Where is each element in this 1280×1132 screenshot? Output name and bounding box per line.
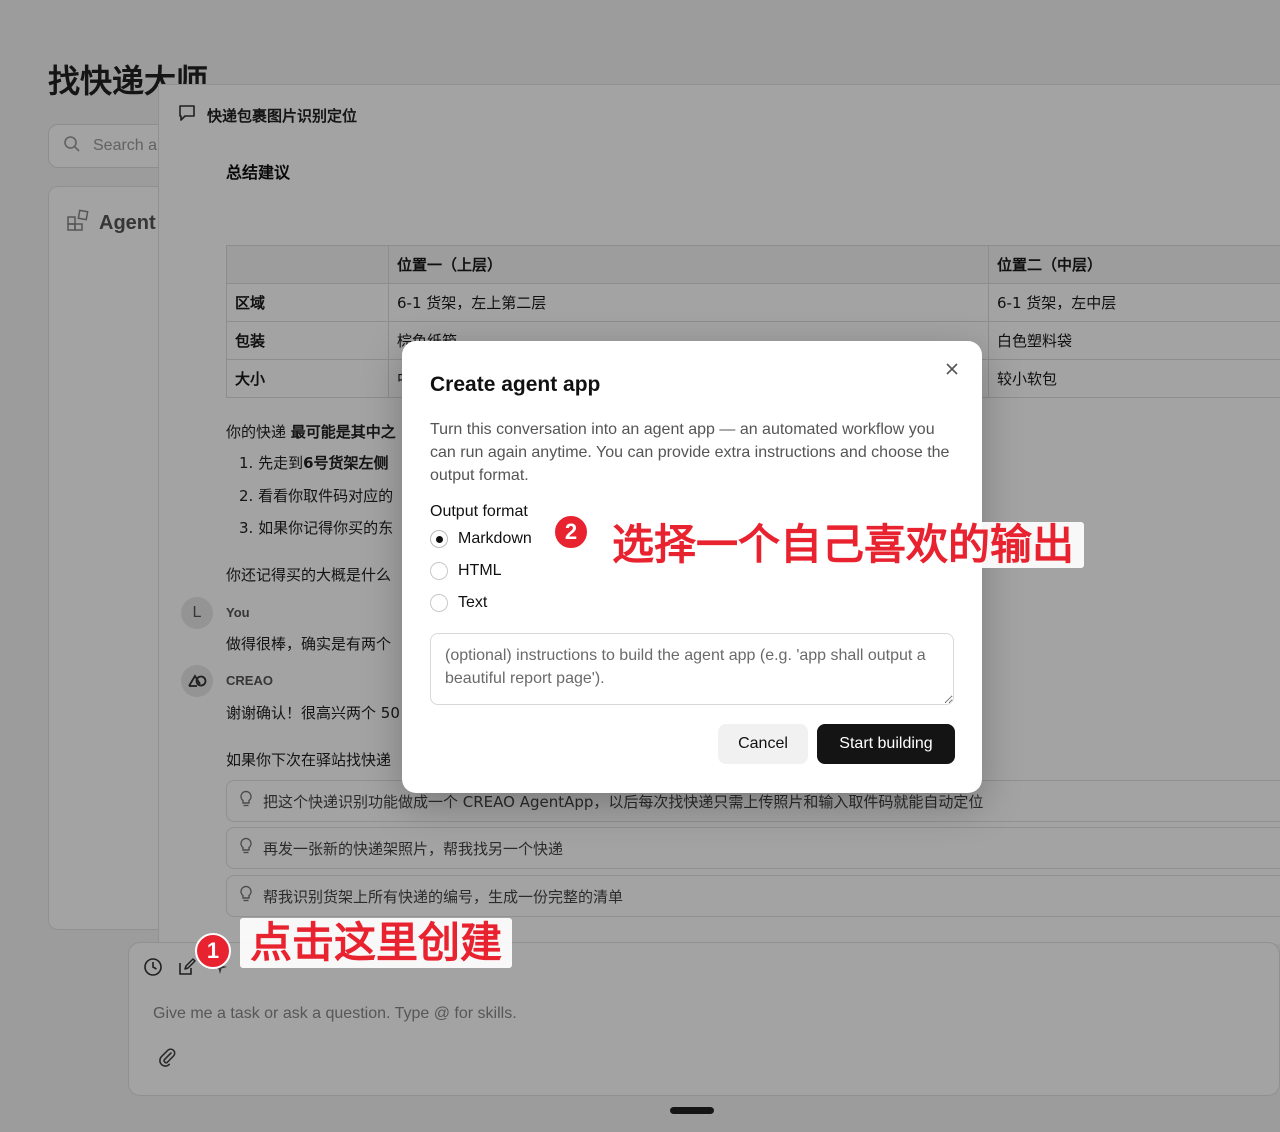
close-icon[interactable]: [940, 357, 964, 381]
step-2-callout: 选择一个自己喜欢的输出: [602, 522, 1085, 568]
format-option-markdown[interactable]: Markdown: [430, 530, 532, 548]
format-option-label: Markdown: [458, 530, 532, 547]
radio-unselected-icon[interactable]: [430, 594, 448, 612]
format-option-label: HTML: [458, 562, 502, 579]
radio-selected-icon[interactable]: [430, 530, 448, 548]
radio-unselected-icon[interactable]: [430, 562, 448, 580]
format-option-text[interactable]: Text: [430, 594, 487, 612]
format-option-html[interactable]: HTML: [430, 562, 502, 580]
cancel-button[interactable]: Cancel: [718, 724, 808, 764]
output-format-label: Output format: [430, 503, 528, 520]
format-option-label: Text: [458, 594, 488, 611]
start-building-button[interactable]: Start building: [817, 724, 955, 764]
step-1-callout: 点击这里创建: [240, 918, 513, 968]
dialog-title: Create agent app: [430, 373, 601, 396]
step-1-badge: 1: [195, 933, 231, 969]
instructions-textarea[interactable]: [430, 633, 954, 705]
step-2-badge: 2: [553, 514, 589, 550]
dialog-description: Turn this conversation into an agent app…: [430, 421, 950, 484]
